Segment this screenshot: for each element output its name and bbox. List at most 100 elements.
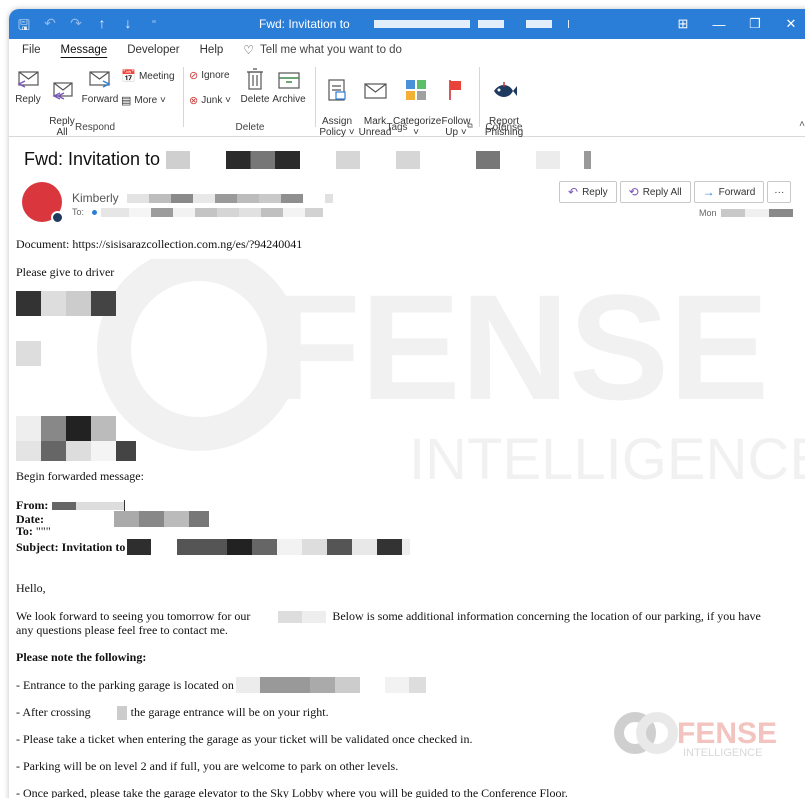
undo-icon[interactable]: ↶ xyxy=(43,15,57,39)
redacted-block xyxy=(138,511,164,527)
redacted-block xyxy=(567,20,569,28)
redacted-block xyxy=(217,207,240,217)
save-icon[interactable]: 🖫 xyxy=(17,15,31,39)
tags-group: Tags xyxy=(317,63,477,133)
ribbon-separator xyxy=(315,67,316,127)
window-controls: ⊞ — ❐ ✕ xyxy=(665,9,805,39)
redacted-block xyxy=(352,539,378,555)
collapse-ribbon-icon[interactable]: ˄ xyxy=(799,119,805,130)
para1-start: We look forward to seeing you tomorrow f… xyxy=(16,609,251,623)
redacted-block xyxy=(101,207,130,217)
menu-help[interactable]: Help xyxy=(200,44,224,56)
redo-icon[interactable]: ↷ xyxy=(69,15,83,39)
redacted-block xyxy=(163,511,189,527)
redacted-block xyxy=(302,610,327,623)
message-actions: ↶ Reply ⟲ Reply All → Forward ··· xyxy=(559,181,792,203)
cofense-logo: FENSE INTELLIGENCE xyxy=(613,709,783,762)
outlook-message-window: 🖫 ↶ ↷ ↑ ↓ ₌ Fwd: Invitation to ⊞ — ❐ ✕ F… xyxy=(9,9,805,798)
forwarded-to-line: To: """ xyxy=(16,524,51,539)
note-heading: Please note the following: xyxy=(16,650,147,664)
message-date: Mon xyxy=(699,208,793,218)
redacted-block xyxy=(744,209,769,217)
window-title-text: Fwd: Invitation to xyxy=(259,17,350,31)
redacted-block xyxy=(426,150,471,169)
redacted-block xyxy=(396,150,421,169)
menu-bar: File Message Developer Help ♡ Tell me wh… xyxy=(9,39,805,61)
cofense-group: Cofense xyxy=(481,63,527,133)
close-button[interactable]: ✕ xyxy=(773,16,805,32)
redacted-block xyxy=(277,539,303,555)
up-icon[interactable]: ↑ xyxy=(95,15,109,39)
redacted-block xyxy=(113,511,139,527)
window-title: Fwd: Invitation to xyxy=(259,17,569,31)
to-label: To: xyxy=(72,207,85,217)
redacted-block xyxy=(151,207,174,217)
forward-button[interactable]: → Forward xyxy=(693,181,765,203)
redacted-block xyxy=(402,539,411,555)
delete-group: Delete xyxy=(185,63,315,133)
restore-button[interactable]: ❐ xyxy=(737,16,773,32)
title-bar: 🖫 ↶ ↷ ↑ ↓ ₌ Fwd: Invitation to ⊞ — ❐ ✕ xyxy=(9,9,805,39)
recipient-status-icon xyxy=(92,209,98,215)
redacted-block xyxy=(506,150,531,169)
date-prefix: Mon xyxy=(699,208,717,218)
tell-me-search[interactable]: ♡ Tell me what you want to do xyxy=(243,43,402,57)
reply-all-button-label: Reply All xyxy=(642,186,682,198)
lightbulb-icon: ♡ xyxy=(243,43,255,57)
redacted-block xyxy=(327,539,353,555)
redacted-block xyxy=(195,207,218,217)
menu-developer[interactable]: Developer xyxy=(127,44,179,56)
respond-group: Respond xyxy=(9,63,181,133)
ribbon-separator xyxy=(479,67,480,127)
redacted-block xyxy=(366,150,391,169)
bullet-5: - Once parked, please take the garage el… xyxy=(16,786,568,798)
bullet2-start: - After crossing xyxy=(16,705,91,719)
redacted-block xyxy=(720,209,745,217)
redacted-block xyxy=(166,150,191,169)
redacted-block xyxy=(477,20,504,28)
reply-button-label: Reply xyxy=(582,186,608,198)
sender-name: Kimberly xyxy=(72,191,119,205)
bullet-3: - Please take a ticket when entering the… xyxy=(16,732,473,746)
redacted-block xyxy=(214,193,237,203)
redacted-block xyxy=(309,677,335,693)
reply-all-button[interactable]: ⟲ Reply All xyxy=(619,181,691,203)
redacted-block xyxy=(259,677,310,693)
customize-icon[interactable]: ₌ xyxy=(147,15,161,39)
redacted-block xyxy=(177,539,228,555)
redacted-block xyxy=(525,20,552,28)
redacted-block xyxy=(359,677,385,693)
redacted-block xyxy=(127,539,152,555)
redacted-block xyxy=(239,207,262,217)
recipient-line[interactable]: To: xyxy=(72,207,324,217)
ribbon-display-icon[interactable]: ⊞ xyxy=(665,16,701,32)
dialog-launcher-icon[interactable]: ⧉ xyxy=(467,121,473,131)
reply-button[interactable]: ↶ Reply xyxy=(559,181,617,203)
more-actions-label: ··· xyxy=(774,186,785,198)
cofense-watermark: FENSE INTELLIGENCE xyxy=(97,259,805,492)
redacted-block xyxy=(196,150,221,169)
redacted-block xyxy=(476,150,501,169)
redacted-block xyxy=(116,705,127,720)
minimize-button[interactable]: — xyxy=(701,17,737,32)
tell-me-text: Tell me what you want to do xyxy=(260,44,402,56)
redacted-block xyxy=(302,539,328,555)
more-actions-button[interactable]: ··· xyxy=(767,181,792,203)
menu-file[interactable]: File xyxy=(22,44,41,56)
hello-line: Hello, xyxy=(16,581,46,595)
redacted-block xyxy=(151,539,178,555)
redacted-block xyxy=(305,207,324,217)
redacted-block xyxy=(261,207,284,217)
sender-line[interactable]: Kimberly xyxy=(72,191,333,205)
to-label-fwd: To: xyxy=(16,524,33,538)
menu-message[interactable]: Message xyxy=(61,44,108,56)
give-driver-line: Please give to driver xyxy=(16,265,115,279)
down-icon[interactable]: ↓ xyxy=(121,15,135,39)
sender-avatar[interactable] xyxy=(22,182,64,224)
cofense-logo-svg: FENSE INTELLIGENCE xyxy=(614,712,777,759)
redacted-block xyxy=(566,150,579,169)
redacted-block xyxy=(126,193,149,203)
redacted-block xyxy=(124,500,126,511)
document-link-line[interactable]: Document: https://sisisarazcollection.co… xyxy=(16,237,302,252)
paragraph-1-line-2: any questions please feel free to contac… xyxy=(16,623,228,637)
